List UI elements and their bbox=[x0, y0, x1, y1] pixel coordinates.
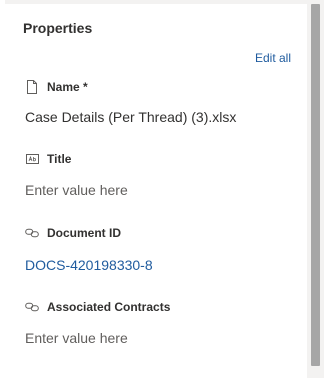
properties-pane-container: Properties Edit all Name * Case Details … bbox=[0, 0, 324, 378]
properties-card: Properties Edit all Name * Case Details … bbox=[5, 4, 307, 378]
document-icon bbox=[25, 80, 39, 94]
field-title-input[interactable]: Enter value here bbox=[25, 182, 128, 198]
properties-panel: Properties Edit all Name * Case Details … bbox=[5, 0, 307, 378]
field-document-id-label-text: Document ID bbox=[47, 226, 122, 240]
field-document-id-value[interactable]: DOCS-420198330-8 bbox=[25, 257, 153, 273]
field-name-label-text: Name * bbox=[47, 80, 88, 94]
field-associated-contracts-input[interactable]: Enter value here bbox=[25, 330, 128, 346]
scrollbar-thumb[interactable] bbox=[311, 4, 320, 366]
panel-title: Properties bbox=[23, 20, 93, 36]
vertical-scrollbar[interactable] bbox=[307, 0, 324, 378]
field-name-value[interactable]: Case Details (Per Thread) (3).xlsx bbox=[25, 109, 236, 125]
field-associated-contracts-label: Associated Contracts bbox=[25, 300, 170, 314]
edit-all-link[interactable]: Edit all bbox=[255, 51, 291, 65]
field-associated-contracts-label-text: Associated Contracts bbox=[47, 300, 171, 314]
field-title-label: Title bbox=[25, 152, 71, 166]
link-icon bbox=[25, 300, 39, 314]
text-field-icon bbox=[25, 152, 39, 166]
field-document-id-label: Document ID bbox=[25, 226, 121, 240]
link-icon bbox=[25, 226, 39, 240]
field-name-label: Name * bbox=[25, 80, 88, 94]
field-title-label-text: Title bbox=[47, 152, 72, 166]
